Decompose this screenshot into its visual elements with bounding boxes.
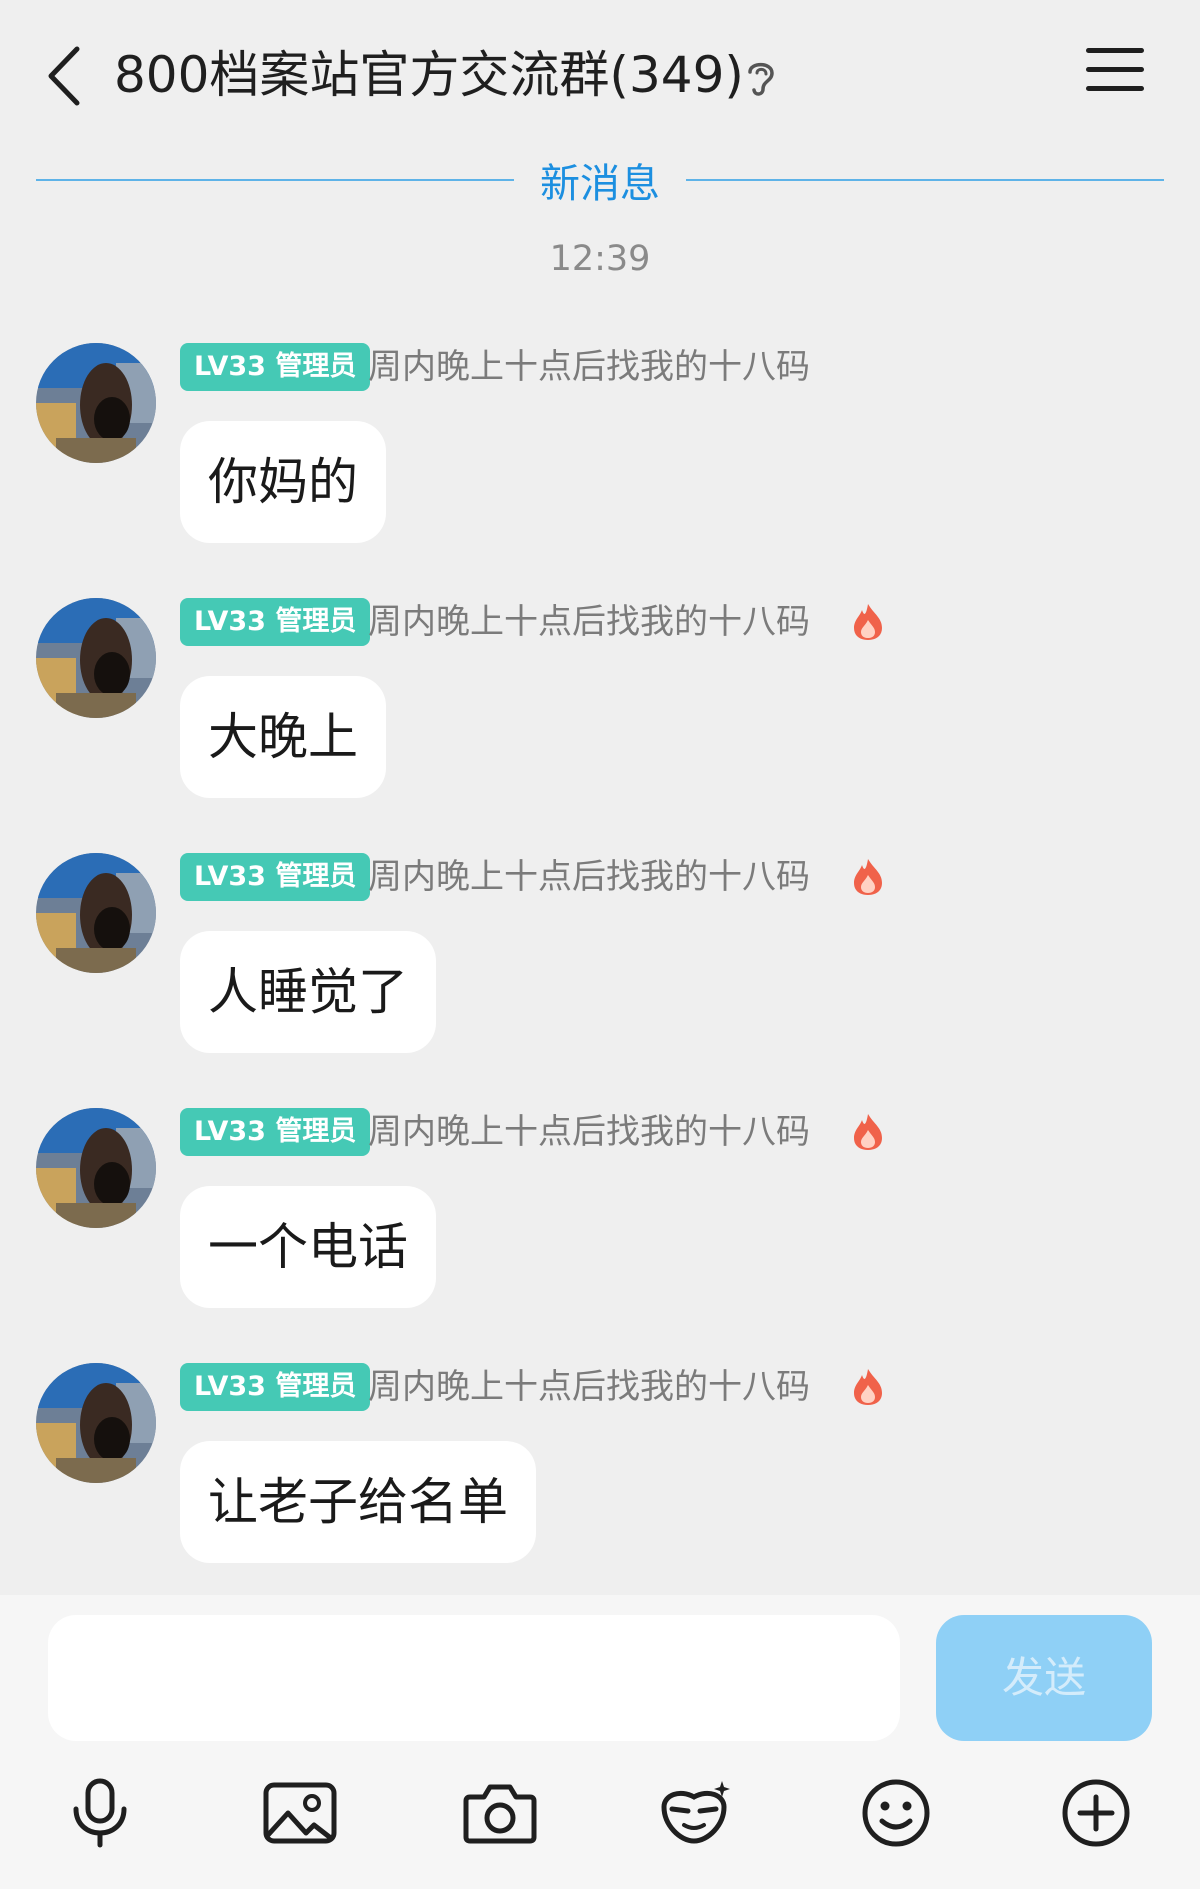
back-button[interactable]: [38, 38, 88, 113]
send-button[interactable]: 发送: [936, 1615, 1152, 1741]
message-bubble[interactable]: 让老子给名单: [180, 1441, 536, 1563]
sender-nickname[interactable]: 周内晚上十点后找我的十八码: [368, 1110, 810, 1154]
message-timestamp: 12:39: [549, 239, 651, 279]
divider-line-right: [686, 179, 1164, 181]
message-bubble[interactable]: 一个电话: [180, 1186, 436, 1308]
message-item: LV33 管理员 周内晚上十点后找我的十八码 大晚上: [0, 598, 1200, 808]
message-input[interactable]: [48, 1615, 900, 1741]
mask-icon: [661, 1781, 730, 1844]
menu-line: [1086, 67, 1144, 72]
message-bubble[interactable]: 你妈的: [180, 421, 386, 543]
sender-nickname[interactable]: 周内晚上十点后找我的十八码: [368, 1365, 810, 1409]
level-badge: LV33 管理员: [180, 1108, 371, 1156]
microphone-icon: [73, 1778, 127, 1848]
avatar[interactable]: [36, 598, 156, 718]
message-item: LV33 管理员 周内晚上十点后找我的十八码 你妈的: [0, 343, 1200, 553]
more-button[interactable]: [1056, 1773, 1136, 1853]
image-button[interactable]: [260, 1773, 340, 1853]
fire-icon: [854, 1114, 882, 1150]
fire-icon: [854, 859, 882, 895]
sender-nickname[interactable]: 周内晚上十点后找我的十八码: [368, 600, 810, 644]
fire-icon: [854, 604, 882, 640]
sender-nickname[interactable]: 周内晚上十点后找我的十八码: [368, 855, 810, 899]
message-item: LV33 管理员 周内晚上十点后找我的十八码 让老子给名单: [0, 1363, 1200, 1573]
level-badge: LV33 管理员: [180, 598, 371, 646]
ear-icon[interactable]: [742, 56, 780, 98]
menu-line: [1086, 86, 1144, 91]
emoji-button[interactable]: [856, 1773, 936, 1853]
mask-button[interactable]: [656, 1773, 736, 1853]
level-badge: LV33 管理员: [180, 343, 371, 391]
menu-line: [1086, 48, 1144, 53]
plus-icon: [1062, 1779, 1130, 1847]
camera-icon: [463, 1784, 537, 1844]
chevron-left-icon: [48, 46, 80, 105]
divider-line-left: [36, 179, 514, 181]
menu-button[interactable]: [1086, 48, 1144, 100]
avatar[interactable]: [36, 1108, 156, 1228]
level-badge: LV33 管理员: [180, 853, 371, 901]
camera-button[interactable]: [460, 1773, 540, 1853]
message-item: LV33 管理员 周内晚上十点后找我的十八码 人睡觉了: [0, 853, 1200, 1063]
avatar[interactable]: [36, 1363, 156, 1483]
sender-nickname[interactable]: 周内晚上十点后找我的十八码: [368, 345, 810, 389]
chat-header: 800档案站官方交流群(349): [0, 0, 1200, 150]
avatar[interactable]: [36, 853, 156, 973]
fire-icon: [854, 1369, 882, 1405]
new-messages-divider: 新消息: [540, 161, 660, 207]
composer-area: 发送: [0, 1595, 1200, 1889]
emoji-icon: [862, 1779, 930, 1847]
message-bubble[interactable]: 大晚上: [180, 676, 386, 798]
voice-button[interactable]: [60, 1773, 140, 1853]
message-item: LV33 管理员 周内晚上十点后找我的十八码 一个电话: [0, 1108, 1200, 1318]
image-icon: [263, 1782, 337, 1844]
message-bubble[interactable]: 人睡觉了: [180, 931, 436, 1053]
level-badge: LV33 管理员: [180, 1363, 371, 1411]
avatar[interactable]: [36, 343, 156, 463]
chat-title: 800档案站官方交流群(349): [114, 46, 744, 104]
